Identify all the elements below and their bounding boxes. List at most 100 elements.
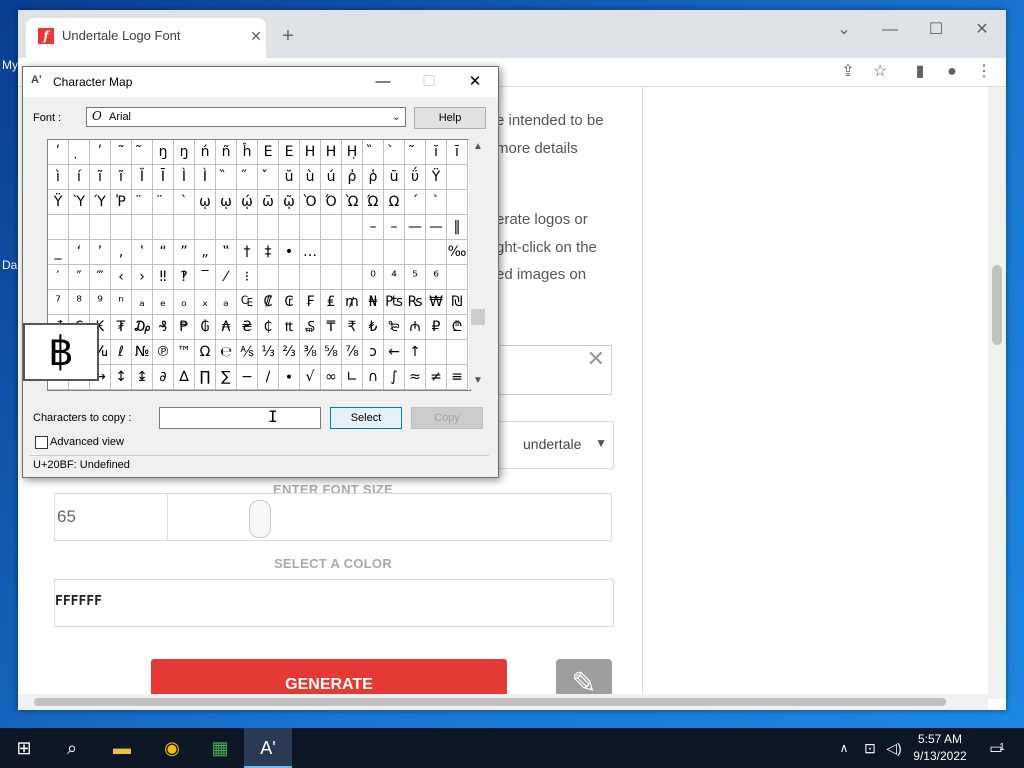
maximize-button[interactable]: ☐ — [916, 16, 956, 44]
windows-start-icon[interactable]: ⊞ — [0, 728, 48, 768]
character-cell[interactable]: ₷ — [300, 315, 321, 340]
character-cell[interactable]: ₲ — [195, 315, 216, 340]
character-cell[interactable]: ₴ — [237, 315, 258, 340]
volume-icon[interactable]: ◁) — [882, 728, 906, 768]
character-cell[interactable]: Η — [300, 140, 321, 165]
character-cell[interactable]: ₨ — [405, 290, 426, 315]
character-cell[interactable]: ₽ — [426, 315, 447, 340]
character-cell[interactable]: ĩ — [111, 165, 132, 190]
desktop-icon-label[interactable]: My — [2, 58, 18, 72]
character-cell[interactable]: ₥ — [342, 290, 363, 315]
font-style-select[interactable]: undertale ▼ — [493, 421, 614, 469]
share-icon[interactable]: ⇪ — [836, 60, 860, 84]
character-cell[interactable]: ̏ — [363, 140, 384, 165]
character-cell[interactable]: ∞ — [321, 365, 342, 390]
character-cell[interactable]: Ε — [279, 140, 300, 165]
character-cell[interactable]: ₹ — [342, 315, 363, 340]
character-cell[interactable] — [447, 340, 468, 365]
generate-button[interactable]: GENERATE — [151, 659, 507, 699]
character-cell[interactable]: ‰ — [447, 240, 468, 265]
character-cell[interactable]: Ό — [321, 190, 342, 215]
character-cell[interactable]: • — [279, 240, 300, 265]
character-cell[interactable]: – — [384, 215, 405, 240]
character-cell[interactable] — [363, 240, 384, 265]
close-window-button[interactable]: ✕ — [962, 16, 1002, 44]
character-cell[interactable] — [153, 215, 174, 240]
character-cell[interactable]: Ω — [384, 190, 405, 215]
help-button[interactable]: Help — [414, 107, 486, 129]
grid-scrollbar[interactable]: ▲ ▼ — [469, 139, 487, 389]
character-cell[interactable]: ⁸ — [69, 290, 90, 315]
character-cell[interactable]: ̋ — [237, 165, 258, 190]
character-cell[interactable] — [321, 215, 342, 240]
character-cell[interactable]: ń — [195, 140, 216, 165]
character-cell[interactable]: ⅝ — [321, 340, 342, 365]
character-cell[interactable] — [342, 215, 363, 240]
character-cell[interactable]: Ὼ — [342, 190, 363, 215]
character-cell[interactable]: † — [237, 240, 258, 265]
character-cell[interactable] — [300, 215, 321, 240]
character-cell[interactable]: ⁰ — [363, 265, 384, 290]
character-cell[interactable]: Ÿ — [48, 190, 69, 215]
color-input[interactable]: FFFFFF — [54, 579, 614, 627]
character-cell[interactable]: ⁝ — [237, 265, 258, 290]
character-cell[interactable]: — — [405, 215, 426, 240]
character-cell[interactable]: ̃ — [132, 140, 153, 165]
network-icon[interactable]: ⊡ — [858, 728, 882, 768]
character-cell[interactable]: – — [363, 215, 384, 240]
character-cell[interactable]: ∕ — [258, 365, 279, 390]
character-cell[interactable]: ī — [447, 140, 468, 165]
character-cell[interactable]: ₣ — [300, 290, 321, 315]
character-cell[interactable]: − — [237, 365, 258, 390]
character-cell[interactable]: “ — [153, 240, 174, 265]
character-cell[interactable] — [279, 265, 300, 290]
character-cell[interactable]: ŋ — [174, 140, 195, 165]
character-cell[interactable] — [111, 215, 132, 240]
character-cell[interactable] — [321, 240, 342, 265]
vertical-scrollbar[interactable] — [988, 87, 1006, 699]
character-cell[interactable]: ‡ — [258, 240, 279, 265]
character-cell[interactable]: ₡ — [258, 290, 279, 315]
character-cell[interactable]: ⅓ — [258, 340, 279, 365]
font-size-slider-handle[interactable] — [249, 500, 271, 538]
character-cell[interactable]: ⁶ — [426, 265, 447, 290]
browser-tab[interactable]: f Undertale Logo Font ✕ — [26, 18, 266, 58]
select-button[interactable]: Select — [330, 407, 402, 429]
advanced-view-checkbox[interactable] — [35, 436, 48, 449]
menu-icon[interactable]: ⋮ — [972, 60, 996, 84]
horizontal-scrollbar[interactable] — [18, 694, 988, 710]
character-cell[interactable]: ₼ — [405, 315, 426, 340]
character-cell[interactable]: ‘ — [69, 240, 90, 265]
character-cell[interactable] — [237, 215, 258, 240]
font-select[interactable]: O Arial ⌄ — [86, 107, 406, 127]
character-cell[interactable] — [426, 340, 447, 365]
character-cell[interactable]: ĩ — [90, 165, 111, 190]
character-cell[interactable]: ‹ — [111, 265, 132, 290]
character-cell[interactable]: ™ — [174, 340, 195, 365]
character-cell[interactable]: Ε — [258, 140, 279, 165]
character-cell[interactable]: ŋ — [153, 140, 174, 165]
character-cell[interactable] — [447, 190, 468, 215]
character-cell[interactable] — [342, 240, 363, 265]
character-cell[interactable]: ʹ — [90, 140, 111, 165]
character-cell[interactable]: Ì — [174, 165, 195, 190]
character-cell[interactable] — [69, 215, 90, 240]
character-cell[interactable] — [321, 265, 342, 290]
character-cell[interactable]: ₧ — [384, 290, 405, 315]
character-cell[interactable] — [342, 265, 363, 290]
character-cell[interactable]: ì — [48, 165, 69, 190]
character-cell[interactable]: ↨ — [132, 365, 153, 390]
character-cell[interactable]: ‛ — [132, 240, 153, 265]
character-cell[interactable]: „ — [195, 240, 216, 265]
character-cell[interactable]: ’ — [90, 240, 111, 265]
character-cell[interactable]: № — [132, 340, 153, 365]
character-cell[interactable]: ⅍ — [237, 340, 258, 365]
text-input[interactable]: ✕ — [493, 345, 612, 395]
character-cell[interactable]: ῥ — [363, 165, 384, 190]
character-cell[interactable]: ₾ — [447, 315, 468, 340]
new-tab-button[interactable]: + — [276, 24, 300, 48]
character-cell[interactable]: ĭ — [426, 140, 447, 165]
character-cell[interactable]: ₮ — [111, 315, 132, 340]
scroll-down-icon[interactable]: ▼ — [469, 373, 487, 389]
character-cell[interactable]: ₰ — [153, 315, 174, 340]
